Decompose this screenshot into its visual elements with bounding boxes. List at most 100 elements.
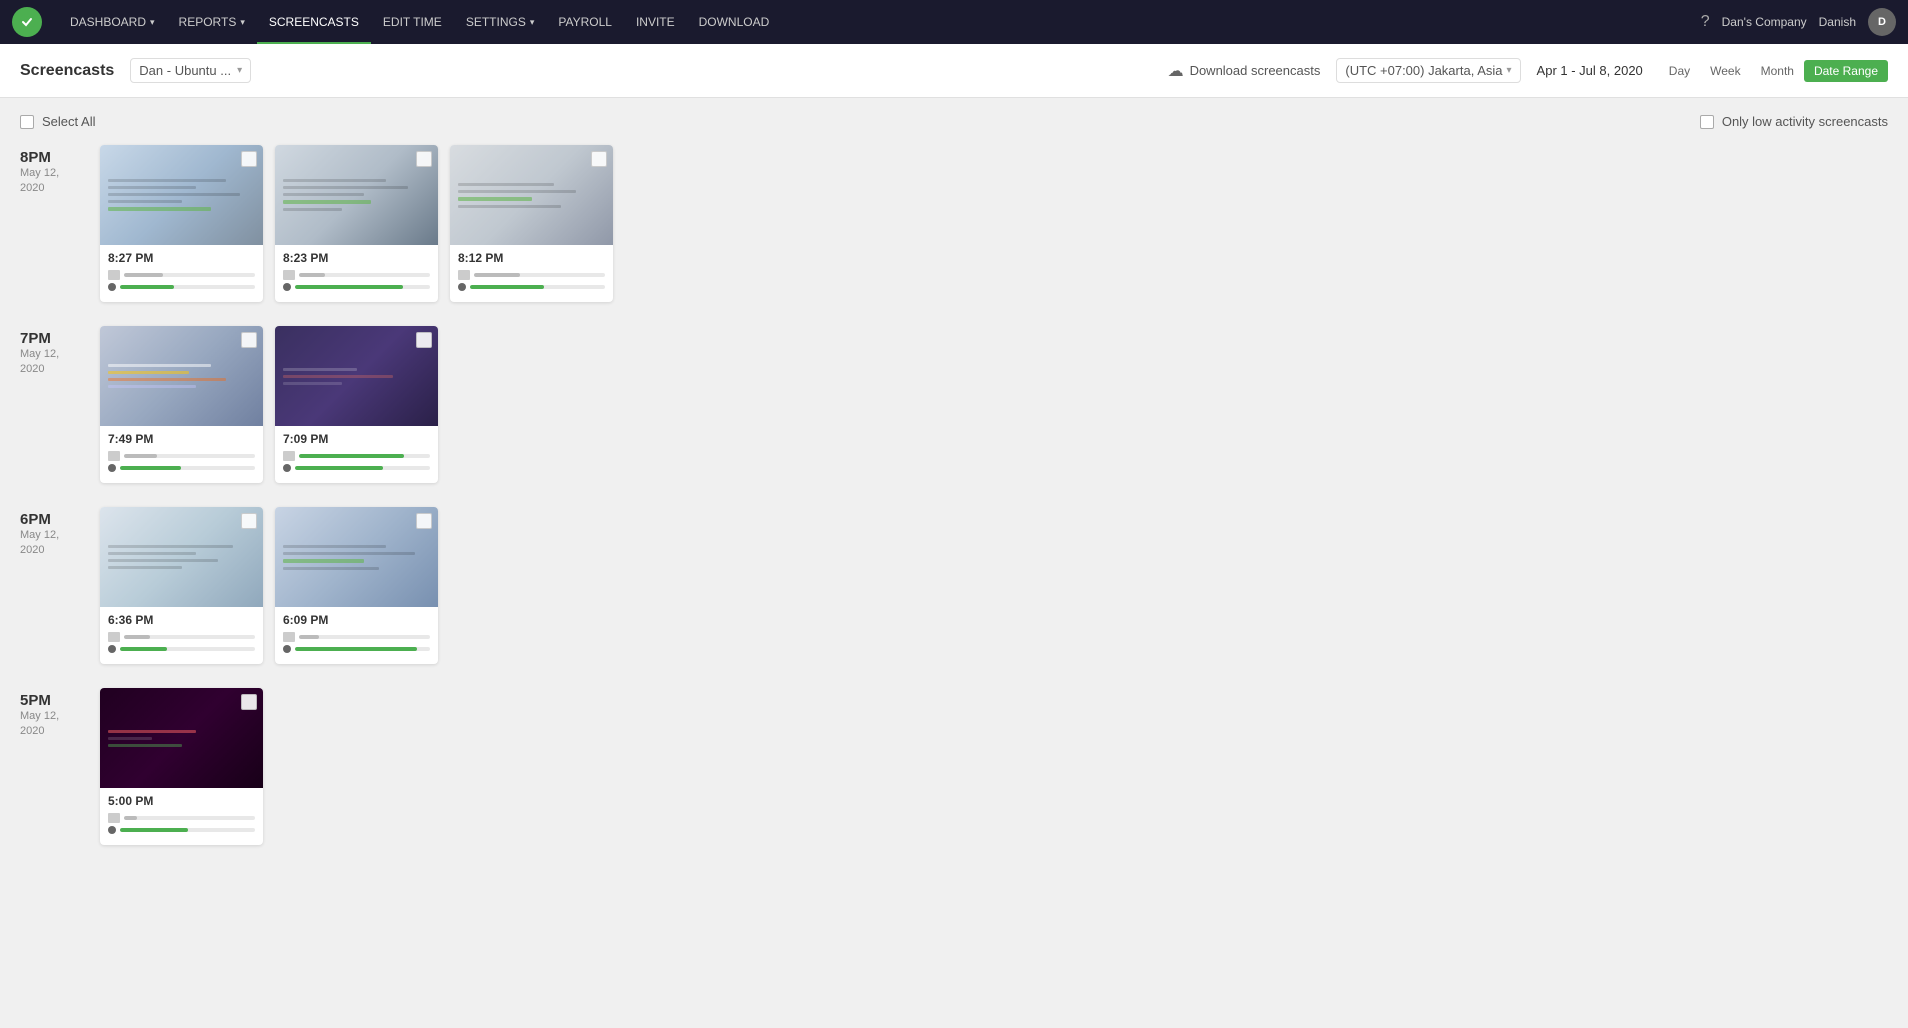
screenshot-card[interactable]: 6:36 PM	[100, 507, 263, 664]
time-group-7pm: 7PM May 12, 2020 7:49 PM	[20, 326, 1888, 483]
screenshot-card[interactable]: 7:09 PM	[275, 326, 438, 483]
nav-settings[interactable]: SETTINGS ▾	[454, 0, 547, 44]
company-name: Dan's Company	[1722, 15, 1807, 29]
monitor-icon	[458, 270, 470, 280]
card-checkbox[interactable]	[416, 332, 432, 348]
mouse-icon	[283, 464, 291, 472]
low-activity-checkbox[interactable]	[1700, 115, 1714, 129]
monitor-icon	[108, 813, 120, 823]
monitor-icon	[283, 270, 295, 280]
activity-bar	[124, 635, 150, 639]
screenshot-card[interactable]: 8:12 PM	[450, 145, 613, 302]
screenshot-thumbnail	[275, 145, 438, 245]
mouse-bar	[120, 647, 167, 651]
screenshot-card[interactable]: 8:23 PM	[275, 145, 438, 302]
nav-download[interactable]: DOWNLOAD	[687, 0, 782, 44]
activity-bar-container	[124, 454, 255, 458]
tab-week[interactable]: Week	[1700, 60, 1750, 82]
activity-bar	[299, 635, 319, 639]
card-checkbox[interactable]	[416, 151, 432, 167]
sub-header-right: ☁ Download screencasts (UTC +07:00) Jaka…	[1168, 58, 1888, 83]
mouse-icon	[283, 645, 291, 653]
nav-reports[interactable]: REPORTS ▾	[167, 0, 257, 44]
mouse-bar	[295, 647, 417, 651]
mouse-bar-container	[120, 647, 255, 651]
screenshot-thumbnail	[450, 145, 613, 245]
monitor-icon	[283, 451, 295, 461]
mouse-bar-container	[295, 647, 430, 651]
mouse-bar	[120, 466, 181, 470]
screenshot-info: 8:23 PM	[275, 245, 438, 302]
card-checkbox[interactable]	[591, 151, 607, 167]
chevron-down-icon: ▾	[150, 17, 155, 28]
mouse-bar-container	[295, 285, 430, 289]
card-checkbox[interactable]	[241, 513, 257, 529]
select-all-checkbox[interactable]	[20, 115, 34, 129]
screenshot-thumbnail	[100, 688, 263, 788]
screenshot-info: 8:27 PM	[100, 245, 263, 302]
nav-dashboard[interactable]: DASHBOARD ▾	[58, 0, 167, 44]
screenshot-card[interactable]: 6:09 PM	[275, 507, 438, 664]
screenshot-info: 6:09 PM	[275, 607, 438, 664]
page-title: Screencasts	[20, 62, 114, 80]
screenshots-row-5pm: 5:00 PM	[100, 688, 263, 845]
help-icon[interactable]: ?	[1701, 13, 1710, 31]
mouse-bar	[295, 285, 403, 289]
chevron-down-icon: ▾	[1507, 65, 1512, 76]
activity-bar	[124, 273, 163, 277]
mouse-bar-container	[120, 285, 255, 289]
screenshot-card[interactable]: 7:49 PM	[100, 326, 263, 483]
device-name: Dan - Ubuntu ...	[139, 63, 231, 78]
tab-date-range[interactable]: Date Range	[1804, 60, 1888, 82]
activity-bar	[124, 454, 157, 458]
nav-edit-time[interactable]: EDIT TIME	[371, 0, 454, 44]
device-selector[interactable]: Dan - Ubuntu ... ▾	[130, 58, 251, 83]
nav-invite[interactable]: INVITE	[624, 0, 687, 44]
screenshots-row-8pm: 8:27 PM	[100, 145, 613, 302]
mouse-bar-container	[295, 466, 430, 470]
activity-bar-container	[299, 454, 430, 458]
nav-screencasts[interactable]: SCREENCASTS	[257, 0, 371, 44]
view-tabs: Day Week Month Date Range	[1659, 60, 1888, 82]
activity-bar-container	[124, 273, 255, 277]
select-all-label[interactable]: Select All	[20, 114, 95, 129]
mouse-bar	[295, 466, 383, 470]
time-group-5pm: 5PM May 12, 2020 5:00 PM	[20, 688, 1888, 845]
time-label-8pm: 8PM May 12, 2020	[20, 145, 100, 302]
mouse-icon	[108, 645, 116, 653]
low-activity-label[interactable]: Only low activity screencasts	[1700, 114, 1888, 129]
chevron-down-icon: ▾	[530, 17, 535, 28]
user-avatar[interactable]: D	[1868, 8, 1896, 36]
mouse-bar-container	[120, 828, 255, 832]
card-checkbox[interactable]	[416, 513, 432, 529]
app-logo[interactable]	[12, 7, 42, 37]
monitor-icon	[283, 632, 295, 642]
card-checkbox[interactable]	[241, 151, 257, 167]
mouse-icon	[458, 283, 466, 291]
sub-header: Screencasts Dan - Ubuntu ... ▾ ☁ Downloa…	[0, 44, 1908, 98]
activity-bar-container	[474, 273, 605, 277]
mouse-icon	[283, 283, 291, 291]
tab-day[interactable]: Day	[1659, 60, 1700, 82]
screenshot-card[interactable]: 8:27 PM	[100, 145, 263, 302]
activity-bar	[299, 454, 404, 458]
activity-bar-container	[299, 635, 430, 639]
monitor-icon	[108, 270, 120, 280]
mouse-bar	[120, 828, 188, 832]
timezone-selector[interactable]: (UTC +07:00) Jakarta, Asia ▾	[1336, 58, 1520, 83]
tab-month[interactable]: Month	[1751, 60, 1804, 82]
time-label-5pm: 5PM May 12, 2020	[20, 688, 100, 845]
card-checkbox[interactable]	[241, 332, 257, 348]
nav-payroll[interactable]: PAYROLL	[546, 0, 624, 44]
date-range-display: Apr 1 - Jul 8, 2020	[1537, 63, 1643, 78]
mouse-bar-container	[120, 466, 255, 470]
download-screencasts-button[interactable]: ☁ Download screencasts	[1168, 61, 1321, 81]
monitor-icon	[108, 451, 120, 461]
activity-bar-container	[124, 635, 255, 639]
chevron-down-icon: ▾	[237, 65, 242, 76]
card-checkbox[interactable]	[241, 694, 257, 710]
controls-row: Select All Only low activity screencasts	[20, 114, 1888, 129]
top-nav-right: ? Dan's Company Danish D	[1701, 8, 1896, 36]
activity-bar-container	[299, 273, 430, 277]
screenshot-card[interactable]: 5:00 PM	[100, 688, 263, 845]
